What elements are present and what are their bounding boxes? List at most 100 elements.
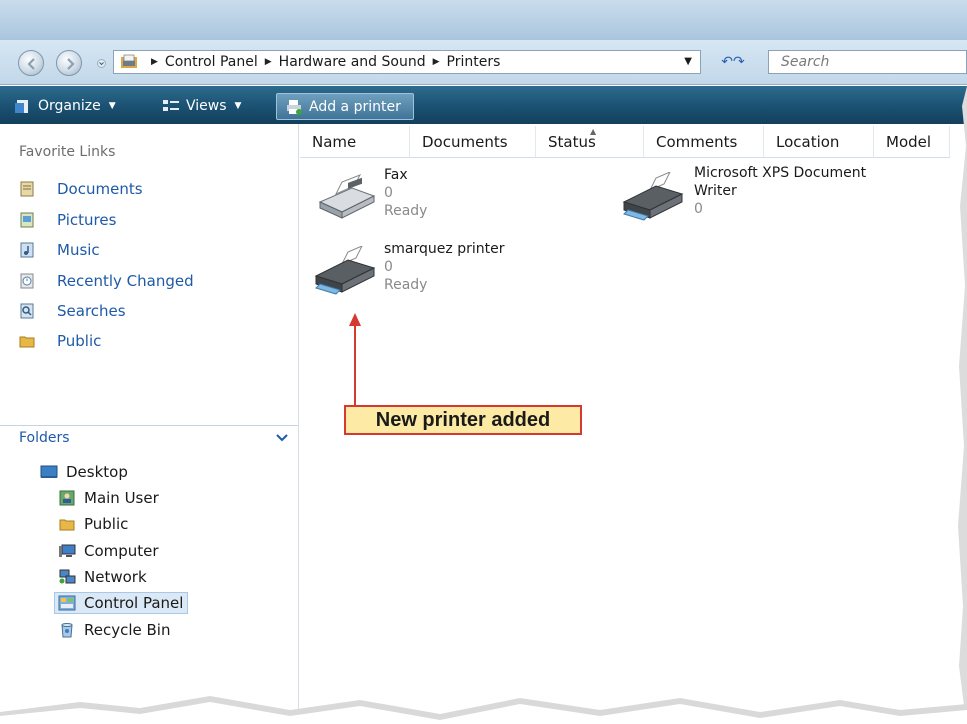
address-dropdown-icon[interactable]: ▼ — [684, 56, 692, 67]
printer-icon — [314, 246, 376, 295]
column-header-label: Model — [886, 132, 932, 151]
organize-dropdown-icon: ▼ — [108, 101, 116, 111]
tree-item-public[interactable]: Public — [58, 513, 128, 535]
printer-documents: 0 — [384, 259, 393, 275]
tree-item-computer[interactable]: Computer — [58, 540, 159, 562]
recently-changed-icon — [20, 273, 34, 289]
column-header-documents[interactable]: Documents — [410, 126, 536, 158]
column-header-label: Name — [312, 132, 357, 151]
column-header-label: Documents — [422, 132, 508, 151]
breadcrumb: ▶ Control Panel ▶ Hardware and Sound ▶ P… — [144, 54, 500, 70]
forward-button[interactable] — [56, 50, 82, 76]
printer-item-smarquez[interactable]: smarquez printer 0 Ready — [312, 240, 504, 296]
favorite-link-label: Searches — [57, 302, 126, 320]
printer-status: Ready — [384, 277, 428, 293]
folders-heading[interactable]: Folders — [19, 430, 70, 446]
command-toolbar — [0, 86, 967, 124]
torn-right-edge — [958, 86, 967, 706]
favorite-link-documents[interactable]: Documents — [19, 178, 143, 200]
tree-item-label: Main User — [84, 489, 159, 507]
printer-name: Fax — [384, 167, 408, 183]
window-title-bar — [0, 0, 967, 40]
column-header-label: Status — [548, 132, 596, 151]
tree-item-label: Network — [84, 568, 147, 586]
tree-item-desktop[interactable]: Desktop — [40, 461, 128, 483]
public-folder-icon — [59, 519, 75, 531]
network-icon — [59, 569, 76, 584]
favorite-links-heading: Favorite Links — [19, 144, 116, 160]
column-header-location[interactable]: Location — [764, 126, 874, 158]
recycle-bin-icon — [61, 623, 73, 638]
user-folder-icon — [59, 490, 75, 506]
breadcrumb-separator-icon: ▶ — [264, 57, 272, 67]
breadcrumb-separator-icon: ▶ — [432, 57, 440, 67]
refresh-icon: ↶↷ — [721, 54, 745, 70]
printer-name-continued: Writer — [694, 183, 737, 199]
address-bar[interactable]: ▶ Control Panel ▶ Hardware and Sound ▶ P… — [113, 50, 701, 74]
views-icon — [163, 100, 179, 111]
printer-status: Ready — [384, 203, 428, 219]
tree-item-label: Public — [84, 515, 129, 533]
documents-icon — [20, 181, 34, 197]
fax-icon — [318, 174, 376, 219]
new-printer-callout: New printer added — [344, 405, 582, 435]
favorite-link-label: Pictures — [57, 211, 117, 229]
favorite-link-label: Music — [57, 241, 100, 259]
printer-documents: 0 — [694, 201, 703, 217]
views-button[interactable]: Views ▼ — [162, 93, 241, 119]
favorite-link-label: Documents — [57, 180, 143, 198]
breadcrumb-control-panel[interactable]: Control Panel — [165, 54, 258, 70]
forward-arrow-icon — [67, 58, 75, 70]
column-header-label: Comments — [656, 132, 738, 151]
tree-item-network[interactable]: Network — [58, 566, 147, 588]
refresh-button[interactable]: ↶↷ — [705, 50, 761, 74]
add-printer-label: Add a printer — [309, 98, 401, 115]
organize-button[interactable]: Organize ▼ — [14, 93, 116, 119]
printer-item-xps[interactable]: Microsoft XPS Document Writer 0 — [620, 165, 866, 222]
favorite-link-label: Public — [57, 332, 102, 350]
printer-documents: 0 — [384, 185, 393, 201]
tree-item-main-user[interactable]: Main User — [58, 487, 159, 509]
tree-item-label: Desktop — [66, 463, 128, 481]
printers-folder-icon — [121, 54, 137, 68]
breadcrumb-printers[interactable]: Printers — [447, 54, 501, 70]
computer-icon — [59, 544, 76, 557]
tree-item-label: Computer — [84, 542, 159, 560]
views-dropdown-icon: ▼ — [234, 101, 242, 111]
favorite-link-label: Recently Changed — [57, 272, 194, 290]
tree-item-control-panel[interactable]: Control Panel — [54, 592, 189, 614]
column-header-label: Location — [776, 132, 840, 151]
column-header-comments[interactable]: Comments — [644, 126, 764, 158]
favorite-link-public[interactable]: Public — [19, 330, 101, 352]
search-input[interactable]: Search — [768, 50, 967, 74]
breadcrumb-separator-icon: ▶ — [151, 57, 158, 67]
favorite-link-recently-changed[interactable]: Recently Changed — [19, 270, 194, 292]
printer-icon — [622, 172, 684, 221]
column-header-name[interactable]: Name — [300, 126, 410, 158]
desktop-icon — [40, 465, 58, 478]
tree-item-label: Control Panel — [84, 594, 184, 612]
torn-bottom-edge — [0, 696, 967, 724]
back-arrow-icon — [27, 58, 35, 70]
add-printer-button[interactable]: Add a printer — [276, 93, 414, 120]
chevron-down-icon[interactable] — [276, 433, 288, 443]
favorite-link-searches[interactable]: Searches — [19, 300, 126, 322]
recent-pages-chevron-icon[interactable] — [97, 59, 106, 68]
add-printer-icon — [287, 99, 302, 115]
public-folder-icon — [19, 336, 35, 348]
searches-icon — [20, 303, 34, 319]
column-header-model[interactable]: Model — [874, 126, 950, 158]
tree-item-recycle-bin[interactable]: Recycle Bin — [58, 619, 170, 641]
views-label: Views — [186, 98, 227, 114]
breadcrumb-hardware-and-sound[interactable]: Hardware and Sound — [279, 54, 426, 70]
organize-label: Organize — [38, 98, 101, 114]
favorite-link-music[interactable]: Music — [19, 239, 100, 261]
sort-ascending-icon: ▲ — [590, 127, 597, 136]
printer-item-fax[interactable]: Fax 0 Ready — [312, 166, 427, 222]
printer-name: smarquez printer — [384, 241, 505, 257]
organize-icon — [15, 100, 28, 113]
music-icon — [20, 242, 34, 258]
back-button[interactable] — [18, 50, 44, 76]
favorite-link-pictures[interactable]: Pictures — [19, 209, 116, 231]
pictures-icon — [20, 212, 34, 228]
